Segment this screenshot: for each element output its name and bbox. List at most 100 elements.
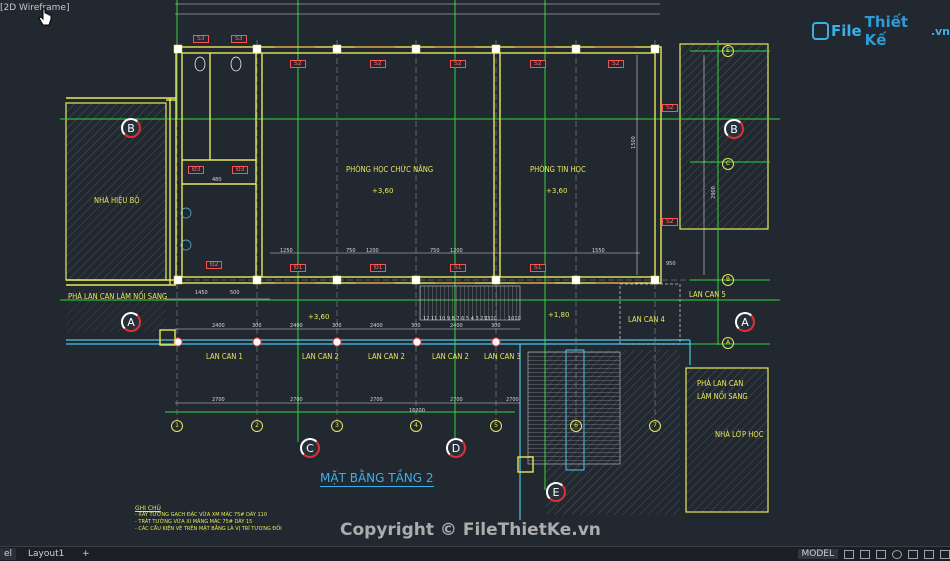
- logo-main: File: [830, 22, 862, 40]
- model-space-button[interactable]: MODEL: [797, 549, 838, 559]
- dim-1500: 1500: [630, 136, 637, 149]
- railing-label-2b: LAN CAN 2: [368, 352, 405, 361]
- axis-bubble-e-right: E: [722, 45, 734, 57]
- grid-bubble-a-right: A: [735, 312, 755, 332]
- tag-d1: Đ1: [370, 264, 387, 272]
- elevation-room2: +3,60: [546, 187, 568, 195]
- elevation-landing: +1,80: [548, 311, 570, 319]
- dim-sub-2: 2400: [290, 323, 303, 329]
- tag-s1: S1: [530, 264, 546, 272]
- railing-label-1: LAN CAN 1: [206, 352, 243, 361]
- tag-s2: S2: [608, 60, 624, 68]
- tag-s2: S2: [290, 60, 306, 68]
- workspace-gear-icon[interactable]: [940, 549, 950, 559]
- logo-badge-icon: [812, 22, 829, 40]
- tag-d3: Đ3: [188, 166, 205, 174]
- corridor-column: [159, 329, 176, 346]
- tag-s2: S2: [530, 60, 546, 68]
- notes-line: - CÁC CẤU KIỆN VẼ TRÊN MẶT BẰNG LÀ VỊ TR…: [135, 526, 282, 532]
- dim-bay-3: 2700: [370, 397, 383, 403]
- axis-bubble-4: 4: [410, 420, 422, 432]
- dim-bay-2: 2700: [290, 397, 303, 403]
- dim-1010: 1010: [508, 316, 521, 322]
- toilet-fixtures: [180, 56, 242, 251]
- dim-750-b: 750: [430, 248, 440, 254]
- elevation-room1: +3,60: [372, 187, 394, 195]
- room-label-principal: NHÀ HIỆU BỘ: [94, 196, 140, 205]
- note-demolish-right-2: LÀM NỐI SANG: [697, 392, 748, 401]
- stair-flight: [527, 351, 621, 465]
- tag-s3: S3: [231, 35, 247, 43]
- ortho-mode-icon[interactable]: [876, 549, 886, 559]
- drawing-title: MẶT BẰNG TẦNG 2: [320, 471, 434, 487]
- principal-building-hatch: [65, 102, 167, 281]
- tag-s2: S2: [662, 104, 678, 112]
- note-demolish-left: PHÁ LAN CAN LÀM NỐI SANG: [68, 292, 168, 301]
- grid-bubble-b-left: B: [121, 118, 141, 138]
- snap-mode-icon[interactable]: [860, 549, 870, 559]
- railing-label-5: LAN CAN 5: [689, 290, 726, 299]
- dim-sub-1: 2400: [212, 323, 225, 329]
- dim-bay-1: 2700: [212, 397, 225, 403]
- notes-line: - TRÁT TƯỜNG VỮA XI MĂNG MÁC 75# DÀY 15: [135, 519, 253, 525]
- tag-s3: S3: [193, 35, 209, 43]
- dim-1450: 1450: [195, 290, 208, 296]
- classroom-building-hatch: [685, 367, 769, 513]
- tag-d3: Đ3: [232, 166, 249, 174]
- dim-stair-steps: 12 11 10 9 8 7 6 5 4 3 2 1: [423, 316, 489, 322]
- axis-bubble-2: 2: [251, 420, 263, 432]
- dim-1200-a: 1200: [366, 248, 379, 254]
- tab-model[interactable]: el: [0, 548, 17, 560]
- railing-label-2a: LAN CAN 2: [302, 352, 339, 361]
- object-snap-icon[interactable]: [908, 549, 918, 559]
- cad-drawing-canvas[interactable]: [0, 0, 950, 546]
- railing-posts: [173, 337, 501, 347]
- room-label-classroom: NHÀ LỚP HỌC: [715, 430, 764, 439]
- room-label-it: PHÒNG TIN HỌC: [530, 165, 586, 174]
- elevation-corridor: +3,60: [308, 313, 330, 321]
- right-upper-building-hatch: [679, 43, 769, 230]
- dim-sub-3: 2400: [370, 323, 383, 329]
- dim-1200-b: 1200: [450, 248, 463, 254]
- dim-sub-4: 2400: [450, 323, 463, 329]
- viewport-label[interactable]: [2D Wireframe]: [0, 3, 69, 13]
- grid-display-icon[interactable]: [844, 549, 854, 559]
- annotation-scale-icon[interactable]: [924, 549, 934, 559]
- dim-750-a: 750: [346, 248, 356, 254]
- tag-s2: S2: [370, 60, 386, 68]
- logo-brand: Thiết Kế: [864, 13, 909, 49]
- logo-suffix: .vn: [930, 24, 950, 38]
- status-bar: el Layout1 + MODEL: [0, 546, 950, 561]
- note-demolish-right-1: PHÁ LAN CAN: [697, 379, 744, 388]
- axis-bubble-1: 1: [171, 420, 183, 432]
- notes-heading: GHI CHÚ: [135, 505, 161, 512]
- grid-bubble-b-right: B: [724, 119, 744, 139]
- tag-d1: Đ1: [290, 264, 307, 272]
- dim-1250: 1250: [280, 248, 293, 254]
- railing-label-4: LAN CAN 4: [628, 315, 665, 324]
- polar-tracking-icon[interactable]: [892, 549, 902, 559]
- railing-label-3: LAN CAN 3: [484, 352, 521, 361]
- stair-steps-upper: [419, 285, 521, 321]
- grid-bubble-e: E: [546, 482, 566, 502]
- tab-add-layout[interactable]: +: [78, 548, 94, 560]
- copyright-watermark: Copyright © FileThietKe.vn: [340, 520, 601, 540]
- tag-s2: S2: [450, 60, 466, 68]
- axis-bubble-c-right: C: [722, 158, 734, 170]
- dim-2900: 2900: [710, 186, 717, 199]
- dim-col-2: 300: [332, 323, 342, 329]
- axis-bubble-6: 6: [570, 420, 582, 432]
- dim-950: 950: [666, 261, 676, 267]
- grid-bubble-a-left: A: [121, 312, 141, 332]
- dim-bay-4: 2700: [450, 397, 463, 403]
- axis-bubble-a-right: A: [722, 337, 734, 349]
- room-label-functional: PHÒNG HỌC CHỨC NĂNG: [346, 165, 434, 174]
- dim-col-1: 300: [252, 323, 262, 329]
- tab-layout1[interactable]: Layout1: [24, 548, 68, 560]
- railing-label-2c: LAN CAN 2: [432, 352, 469, 361]
- dim-col-3: 300: [411, 323, 421, 329]
- landing: [619, 283, 681, 345]
- tag-s2: S2: [662, 218, 678, 226]
- dim-480: 480: [212, 177, 222, 183]
- filethietke-logo: File Thiết Kế .vn: [812, 13, 950, 49]
